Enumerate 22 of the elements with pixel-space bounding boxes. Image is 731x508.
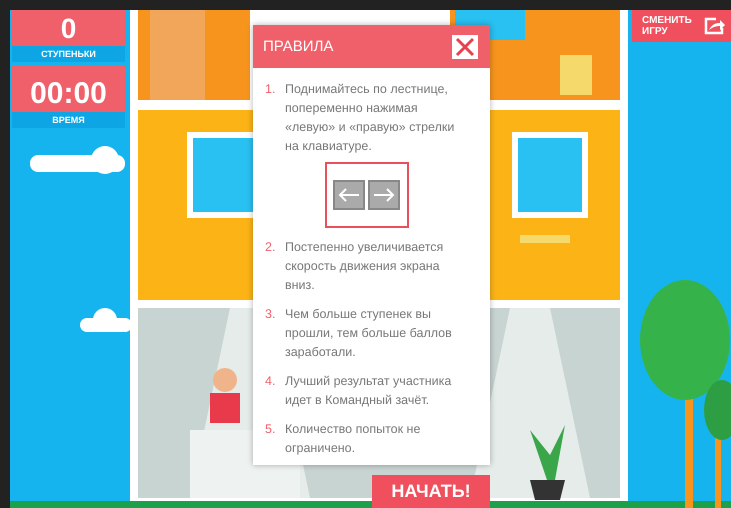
change-game-button[interactable]: СМЕНИТЬ ИГРУ [632,10,731,42]
right-arrow-icon [373,188,395,202]
close-button[interactable] [452,34,478,58]
item-number: 4. [265,373,276,390]
steps-counter: 0 [60,15,76,43]
share-icon [704,17,726,35]
rule-text: Лучший результат участника идет в Командный зачёт. [285,373,452,409]
item-number: 3. [265,306,276,323]
rule-text: Поднимайтесь по лестнице, попеременно нажимая «левую» и «правую» стрелки на клавиатуре. [285,81,456,155]
item-number: 5. [265,421,276,438]
item-number: 1. [265,81,276,98]
rule-text: Постепенно увеличивается скорость движения экрана вниз. [285,239,444,294]
rule-text: Количество попыток не ограничено. [285,421,422,457]
left-arrow-icon [338,188,360,202]
timer: 00:00 [30,79,107,109]
item-number: 2. [265,239,276,256]
stat-label: СТУПЕНЬКИ [12,46,125,62]
rule-text: Чем больше ступенек вы прошли, тем больше баллов заработали. [285,306,453,361]
start-button[interactable]: НАЧАТЬ! [372,475,490,508]
close-icon [455,36,475,56]
stat-label: ВРЕМЯ [12,112,125,128]
dialog-title: ПРАВИЛА [263,38,334,55]
